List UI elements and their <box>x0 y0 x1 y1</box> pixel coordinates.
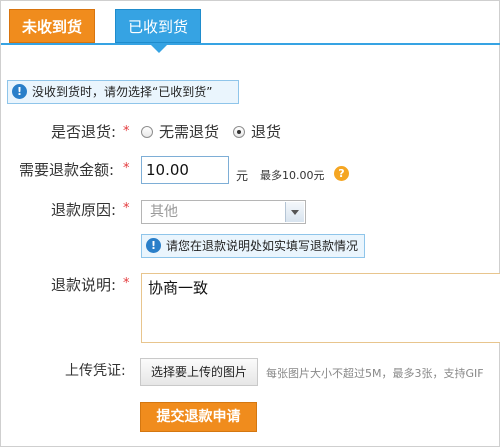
reason-hint: ! 请您在退款说明处如实填写退款情况 <box>141 234 365 258</box>
reason-hint-text: 请您在退款说明处如实填写退款情况 <box>166 239 359 253</box>
chevron-down-icon[interactable] <box>285 202 304 222</box>
radio-no-return-label[interactable]: 无需退货 <box>159 121 219 142</box>
tab-underline <box>1 43 500 45</box>
required-mark: * <box>123 161 130 176</box>
active-tab-arrow <box>151 45 167 53</box>
submit-refund-button[interactable]: 提交退款申请 <box>140 402 257 432</box>
reason-selected-value: 其他 <box>150 204 178 220</box>
radio-no-return[interactable] <box>141 126 153 138</box>
info-icon: ! <box>146 238 161 253</box>
amount-label: 需要退款金额: <box>19 161 115 179</box>
return-label: 是否退货: <box>51 123 117 141</box>
help-icon[interactable]: ? <box>334 166 349 181</box>
amount-max: 最多10.00元 <box>260 169 325 182</box>
required-mark: * <box>123 201 130 216</box>
refund-form-panel: 未收到货 已收到货 ! 没收到货时，请勿选择“已收到货” 是否退货: * 无需退… <box>0 0 500 447</box>
notice-banner: ! 没收到货时，请勿选择“已收到货” <box>7 80 239 104</box>
tab-received[interactable]: 已收到货 <box>115 9 201 43</box>
required-mark: * <box>123 276 130 291</box>
required-mark: * <box>123 124 130 139</box>
upload-label: 上传凭证: <box>65 363 126 379</box>
notice-text: 没收到货时，请勿选择“已收到货” <box>32 85 213 99</box>
desc-label: 退款说明: <box>51 276 117 294</box>
refund-reason-select[interactable]: 其他 <box>141 200 306 224</box>
radio-return-label[interactable]: 退货 <box>251 121 281 142</box>
radio-return[interactable] <box>233 126 245 138</box>
tab-not-received[interactable]: 未收到货 <box>9 9 95 43</box>
reason-label: 退款原因: <box>51 201 117 219</box>
upload-note: 每张图片大小不超过5M，最多3张，支持GIF <box>266 367 484 380</box>
refund-description-textarea[interactable]: 协商一致 <box>141 273 500 343</box>
upload-image-button[interactable]: 选择要上传的图片 <box>140 358 258 386</box>
info-icon: ! <box>12 84 27 99</box>
refund-amount-input[interactable]: 10.00 <box>141 156 229 184</box>
amount-unit: 元 <box>236 169 249 183</box>
